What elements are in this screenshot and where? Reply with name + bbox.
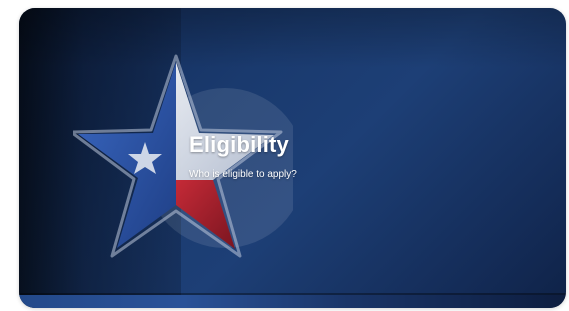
eligibility-card[interactable]: Eligibility Who is eligible to apply? xyxy=(19,8,566,308)
bottom-strip xyxy=(19,295,566,308)
card-title: Eligibility xyxy=(189,132,289,157)
card-subtitle: Who is eligible to apply? xyxy=(189,169,297,180)
texas-star-seal-icon xyxy=(73,54,293,258)
